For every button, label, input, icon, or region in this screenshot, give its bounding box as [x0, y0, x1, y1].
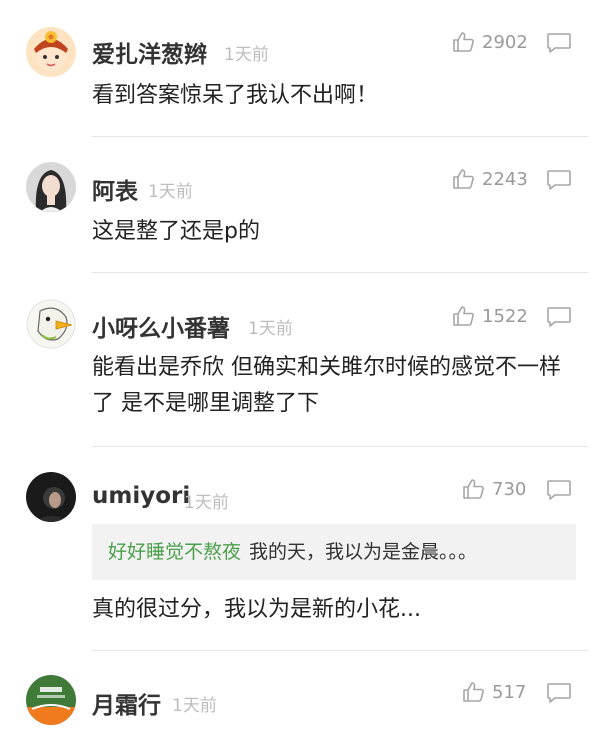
like-count: 2243 [482, 169, 528, 190]
comment-text: 能看出是乔欣 但确实和关雎尔时候的感觉不一样了 是不是哪里调整了下 [92, 355, 561, 416]
quoted-username[interactable]: 好好睡觉不熬夜 [108, 541, 241, 563]
thumbs-up-icon[interactable] [452, 167, 476, 191]
avatar[interactable] [26, 299, 76, 349]
timestamp: 1天前 [184, 493, 229, 513]
thumbs-up-icon[interactable] [452, 30, 476, 54]
comment-bubble-icon[interactable] [546, 682, 572, 704]
comment-text: 看到答案惊呆了我认不出啊！ [92, 83, 379, 108]
like-count: 1522 [482, 306, 528, 327]
username[interactable]: umiyori [92, 483, 190, 509]
like-count: 730 [492, 479, 527, 500]
avatar[interactable] [26, 27, 76, 77]
timestamp: 1天前 [248, 319, 293, 339]
comment-bubble-icon[interactable] [546, 169, 572, 191]
username[interactable]: 小呀么小番薯 [92, 309, 230, 343]
divider [92, 650, 588, 651]
thumbs-up-icon[interactable] [462, 680, 486, 704]
divider [92, 446, 588, 447]
quoted-text: 我的天，我以为是金晨。。。 [249, 541, 478, 563]
divider [92, 136, 588, 137]
username[interactable]: 月霜行 [92, 686, 161, 720]
comment-bubble-icon[interactable] [546, 32, 572, 54]
comment-text: 这是整了还是p的 [92, 219, 260, 244]
quoted-reply[interactable]: 好好睡觉不熬夜 我的天，我以为是金晨。。。 [92, 524, 576, 580]
thumbs-up-icon[interactable] [452, 304, 476, 328]
avatar[interactable] [26, 675, 76, 725]
comment-bubble-icon[interactable] [546, 479, 572, 501]
divider [92, 272, 588, 273]
comment-bubble-icon[interactable] [546, 306, 572, 328]
timestamp: 1天前 [172, 696, 217, 716]
username[interactable]: 阿表 [92, 172, 138, 206]
like-count: 2902 [482, 32, 528, 53]
comment-text: 真的很过分，我以为是新的小花... [92, 597, 421, 622]
username[interactable]: 爱扎洋葱辫 [92, 35, 207, 69]
avatar[interactable] [26, 162, 76, 212]
avatar[interactable] [26, 472, 76, 522]
timestamp: 1天前 [148, 182, 193, 202]
thumbs-up-icon[interactable] [462, 477, 486, 501]
like-count: 517 [492, 682, 527, 703]
timestamp: 1天前 [224, 45, 269, 65]
